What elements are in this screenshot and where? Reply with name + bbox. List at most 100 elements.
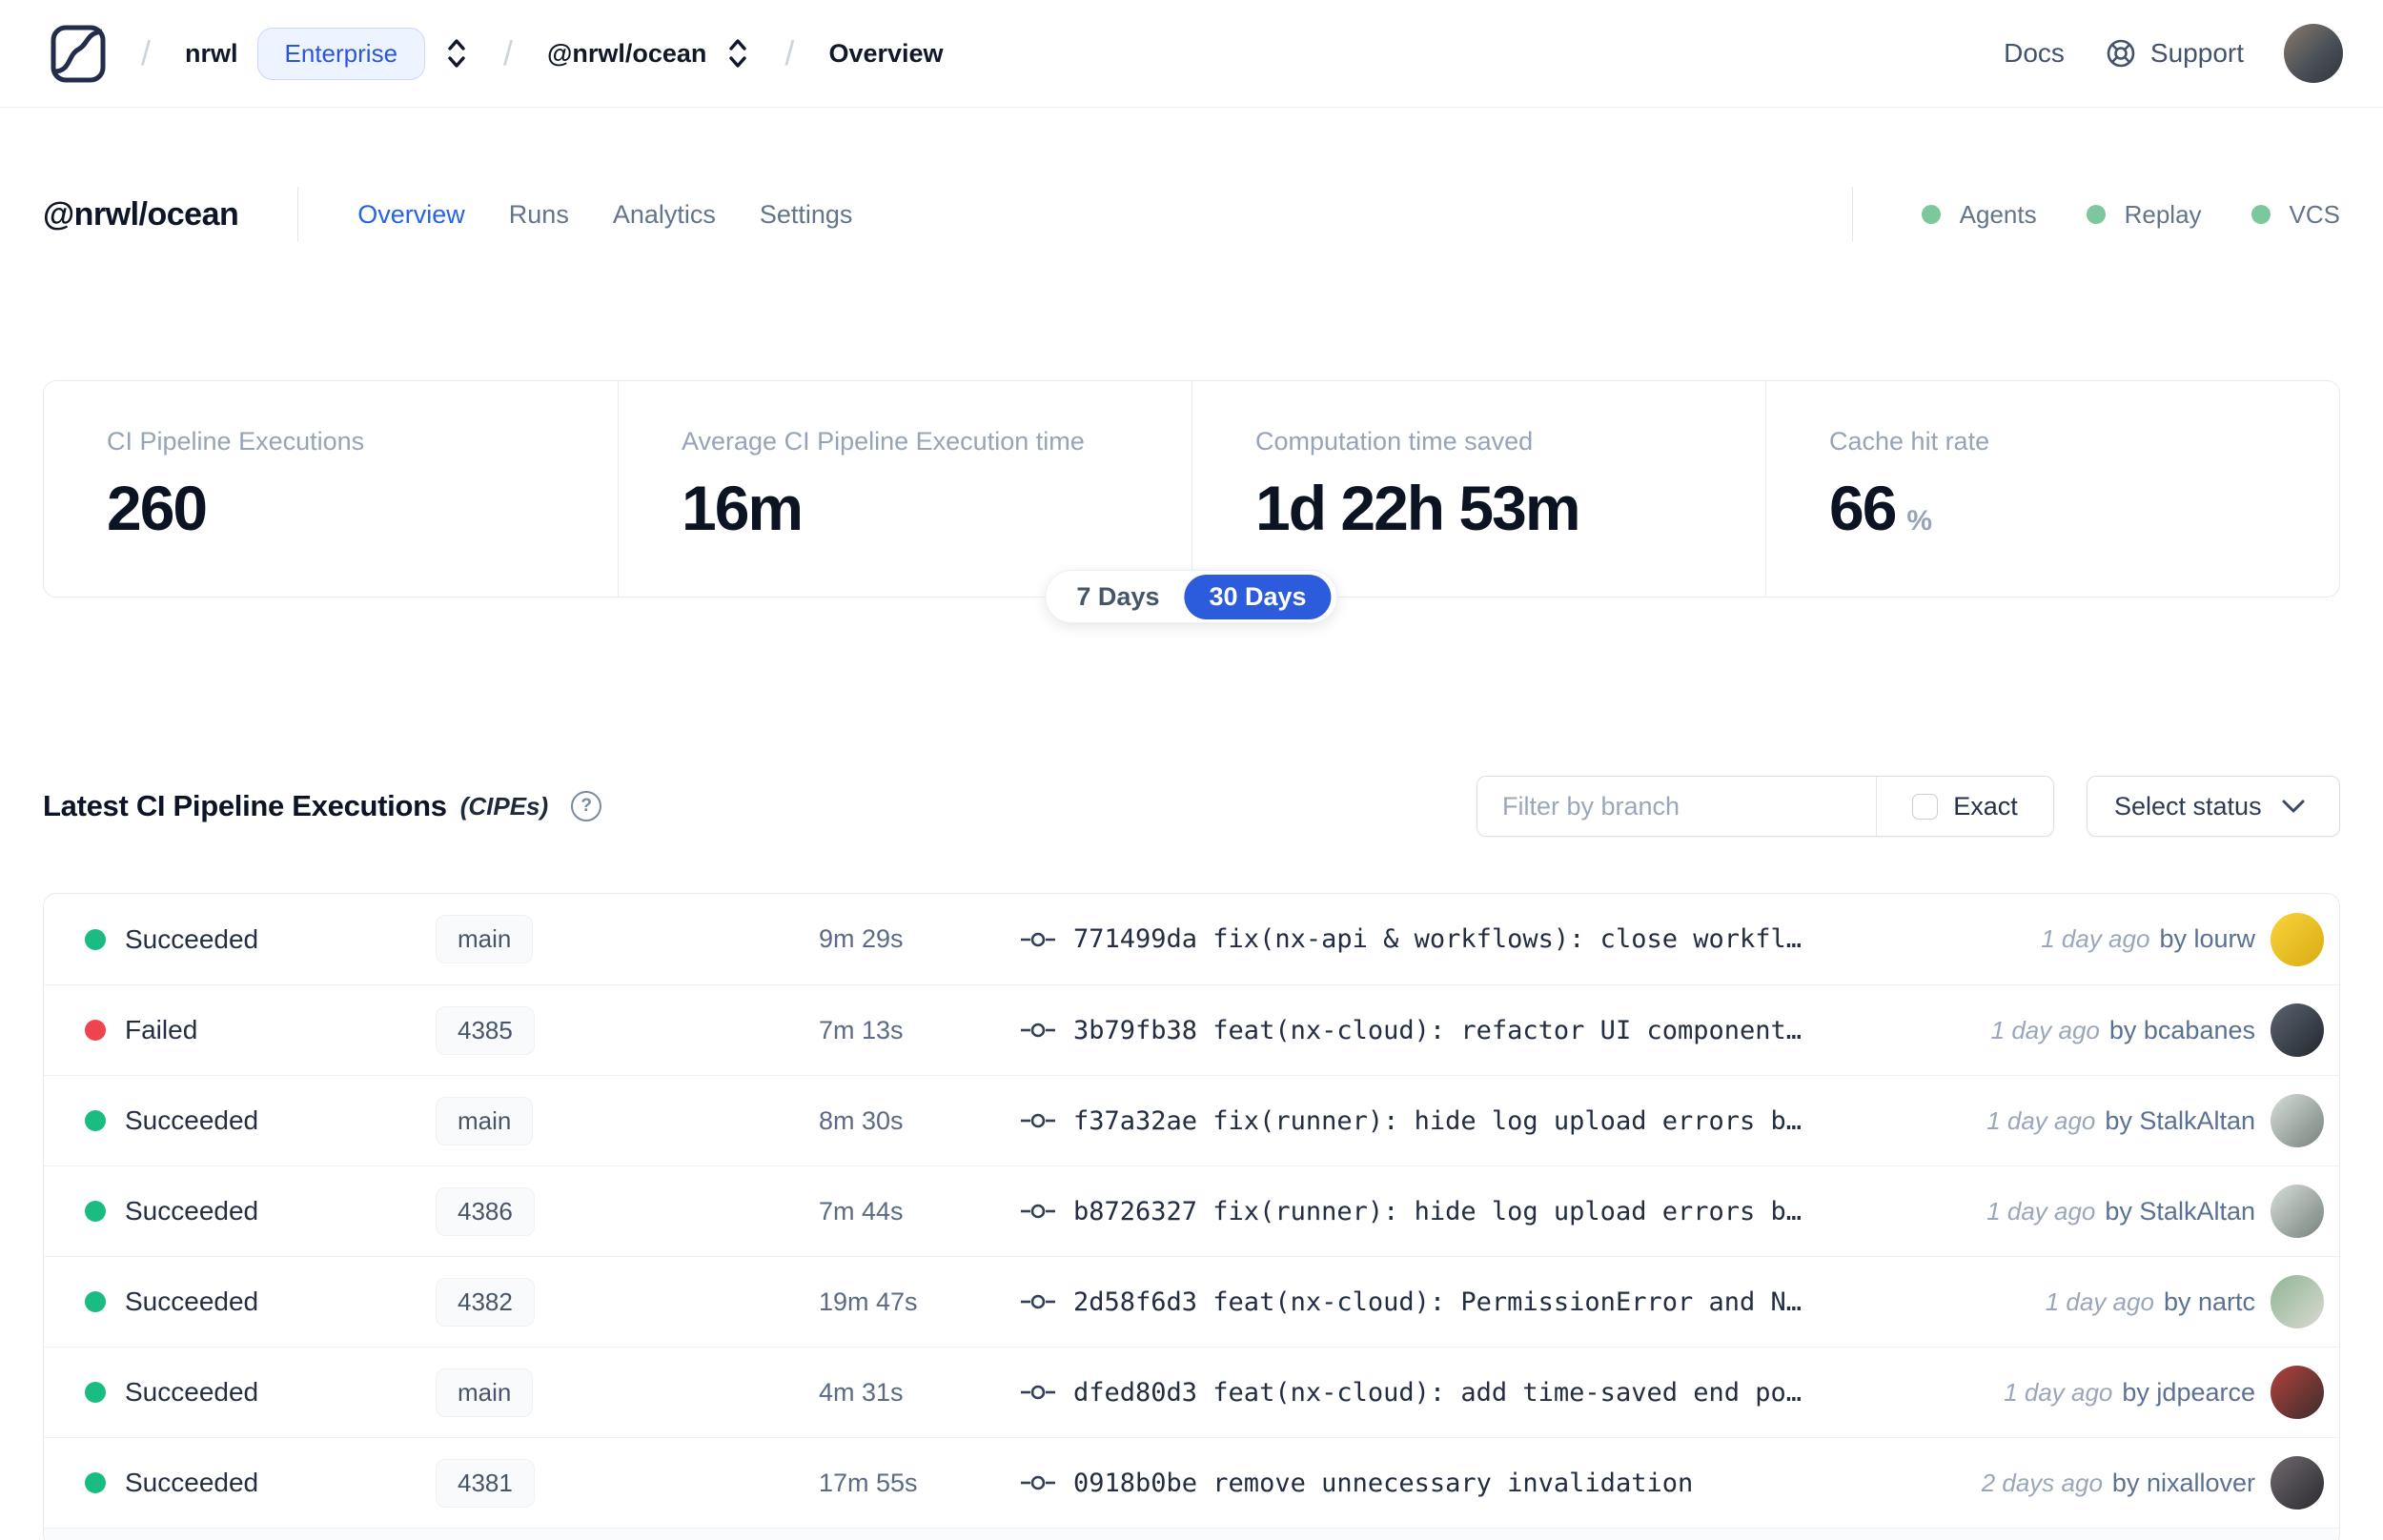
run-status-dot-icon bbox=[85, 1201, 106, 1222]
branch-filter-input[interactable] bbox=[1477, 777, 1876, 836]
author-label[interactable]: by bcabanes bbox=[2109, 1016, 2255, 1045]
time-ago-label: 1 day ago bbox=[2041, 924, 2150, 953]
workspace-title: @nrwl/ocean bbox=[43, 195, 239, 233]
commit-message[interactable]: 3b79fb38 feat(nx-cloud): refactor UI com… bbox=[1073, 1016, 1991, 1045]
section-title: Latest CI Pipeline Executions bbox=[43, 789, 447, 822]
run-status-label: Succeeded bbox=[125, 1196, 259, 1226]
author-avatar[interactable] bbox=[2271, 1456, 2324, 1510]
time-ago-label: 1 day ago bbox=[2004, 1377, 2113, 1407]
author-label[interactable]: by jdpearce bbox=[2122, 1378, 2255, 1408]
workspace-tabs: Overview Runs Analytics Settings bbox=[357, 200, 852, 230]
author-avatar[interactable] bbox=[2271, 1003, 2324, 1057]
stats-panel: CI Pipeline Executions 260 Average CI Pi… bbox=[43, 380, 2340, 598]
commit-message[interactable]: 0918b0be remove unnecessary invalidation bbox=[1073, 1469, 1982, 1498]
exact-checkbox[interactable] bbox=[1912, 793, 1939, 820]
author-avatar[interactable] bbox=[2271, 912, 2324, 966]
cipe-row[interactable]: Succeeded main 8m 30s f37a32ae fix(runne… bbox=[44, 1075, 2339, 1165]
stat-cache-hit-rate: Cache hit rate 66 % bbox=[1765, 381, 2339, 597]
enterprise-badge[interactable]: Enterprise bbox=[256, 27, 426, 80]
divider bbox=[1851, 187, 1853, 242]
time-ago-label: 1 day ago bbox=[1986, 1196, 2096, 1226]
cipe-section-header: Latest CI Pipeline Executions (CIPEs) ? … bbox=[43, 775, 2340, 838]
commit-icon bbox=[1021, 1023, 1055, 1038]
section-title-suffix: (CIPEs) bbox=[459, 791, 549, 821]
commit-message[interactable]: 771499da fix(nx-api & workflows): close … bbox=[1073, 924, 2041, 954]
tab-settings[interactable]: Settings bbox=[760, 200, 853, 230]
cipe-row[interactable]: Succeeded 4382 19m 47s 2d58f6d3 feat(nx-… bbox=[44, 1256, 2339, 1347]
run-status-label: Failed bbox=[125, 1015, 198, 1044]
cipe-row[interactable]: Failed 4385 7m 13s 3b79fb38 feat(nx-clou… bbox=[44, 984, 2339, 1075]
duration-label: 4m 31s bbox=[819, 1377, 904, 1407]
author-avatar[interactable] bbox=[2271, 1275, 2324, 1328]
branch-chip[interactable]: main bbox=[436, 915, 534, 963]
branch-chip[interactable]: 4382 bbox=[436, 1277, 535, 1327]
stats-section: CI Pipeline Executions 260 Average CI Pi… bbox=[43, 380, 2340, 623]
author-label[interactable]: by StalkAltan bbox=[2105, 1197, 2255, 1226]
breadcrumb-page: Overview bbox=[828, 38, 944, 68]
feature-vcs[interactable]: VCS bbox=[2251, 200, 2340, 230]
chevron-down-icon bbox=[2282, 800, 2305, 813]
author-label[interactable]: by nixallover bbox=[2112, 1469, 2255, 1498]
docs-link[interactable]: Docs bbox=[2004, 38, 2065, 69]
commit-message[interactable]: b8726327 fix(runner): hide log upload er… bbox=[1073, 1197, 1986, 1226]
exact-toggle: Exact bbox=[1876, 777, 2053, 836]
branch-chip[interactable]: 4386 bbox=[436, 1186, 535, 1236]
cipe-row[interactable]: Succeeded 4386 7m 44s b8726327 fix(runne… bbox=[44, 1165, 2339, 1256]
breadcrumb-org[interactable]: nrwl bbox=[185, 39, 238, 69]
support-label: Support bbox=[2149, 38, 2244, 68]
breadcrumb-separator: / bbox=[784, 33, 795, 72]
branch-chip[interactable]: 4385 bbox=[436, 1005, 535, 1055]
status-dot-icon bbox=[1921, 205, 1941, 224]
stat-average-execution-time: Average CI Pipeline Execution time 16m bbox=[618, 381, 1192, 597]
branch-chip[interactable]: 4381 bbox=[436, 1458, 535, 1508]
help-icon[interactable]: ? bbox=[571, 791, 602, 821]
status-dot-icon bbox=[2251, 205, 2271, 224]
cipe-row[interactable]: Succeeded main 4m 31s dfed80d3 feat(nx-c… bbox=[44, 1347, 2339, 1437]
branch-chip[interactable]: main bbox=[436, 1096, 534, 1145]
support-link[interactable]: Support bbox=[2105, 37, 2244, 70]
tab-analytics[interactable]: Analytics bbox=[613, 200, 716, 230]
time-ago-label: 2 days ago bbox=[1981, 1468, 2103, 1497]
run-status-label: Succeeded bbox=[125, 923, 259, 954]
feature-label: Replay bbox=[2124, 199, 2202, 229]
author-label[interactable]: by StalkAltan bbox=[2105, 1106, 2255, 1136]
stat-value: 16m bbox=[682, 473, 804, 543]
author-label[interactable]: by lourw bbox=[2159, 924, 2255, 954]
commit-message[interactable]: dfed80d3 feat(nx-cloud): add time-saved … bbox=[1073, 1378, 2004, 1408]
run-status-label: Succeeded bbox=[125, 1287, 259, 1316]
divider bbox=[297, 187, 299, 242]
org-switcher-chevrons-icon[interactable] bbox=[444, 36, 469, 71]
run-status-dot-icon bbox=[85, 1110, 106, 1131]
branch-chip[interactable]: main bbox=[436, 1368, 534, 1417]
author-label[interactable]: by nartc bbox=[2164, 1287, 2255, 1317]
breadcrumb-separator: / bbox=[141, 33, 152, 72]
range-option-30-days[interactable]: 30 Days bbox=[1184, 574, 1332, 619]
cipe-row[interactable]: Succeeded main 9m 29s 771499da fix(nx-ap… bbox=[44, 894, 2339, 984]
run-status-label: Succeeded bbox=[125, 1377, 259, 1407]
commit-message[interactable]: f37a32ae fix(runner): hide log upload er… bbox=[1073, 1106, 1986, 1136]
workspace-switcher-chevrons-icon[interactable] bbox=[725, 36, 750, 71]
cipe-table: Succeeded main 9m 29s 771499da fix(nx-ap… bbox=[43, 893, 2340, 1540]
author-avatar[interactable] bbox=[2271, 1366, 2324, 1419]
user-avatar[interactable] bbox=[2284, 24, 2343, 83]
tab-overview[interactable]: Overview bbox=[357, 200, 465, 230]
app-header: / nrwl Enterprise / @nrwl/ocean / Overvi… bbox=[0, 0, 2383, 108]
breadcrumb-workspace[interactable]: @nrwl/ocean bbox=[547, 39, 706, 69]
stat-ci-pipeline-executions: CI Pipeline Executions 260 bbox=[44, 381, 618, 597]
run-status-dot-icon bbox=[85, 1472, 106, 1493]
tab-runs[interactable]: Runs bbox=[509, 200, 569, 230]
commit-icon bbox=[1021, 932, 1055, 946]
duration-label: 8m 30s bbox=[819, 1105, 904, 1135]
cipe-row[interactable]: Succeeded 4381 17m 55s 0918b0be remove u… bbox=[44, 1437, 2339, 1528]
nx-cloud-logo-icon[interactable] bbox=[50, 23, 107, 84]
lifebuoy-icon bbox=[2107, 39, 2135, 68]
commit-message[interactable]: 2d58f6d3 feat(nx-cloud): PermissionError… bbox=[1073, 1287, 2046, 1317]
run-status-dot-icon bbox=[85, 1020, 106, 1041]
author-avatar[interactable] bbox=[2271, 1185, 2324, 1238]
feature-replay[interactable]: Replay bbox=[2086, 199, 2202, 230]
duration-label: 19m 47s bbox=[819, 1287, 918, 1316]
feature-agents[interactable]: Agents bbox=[1921, 200, 2037, 230]
author-avatar[interactable] bbox=[2271, 1094, 2324, 1147]
status-select-button[interactable]: Select status bbox=[2087, 776, 2340, 837]
range-option-7-days[interactable]: 7 Days bbox=[1051, 582, 1184, 612]
